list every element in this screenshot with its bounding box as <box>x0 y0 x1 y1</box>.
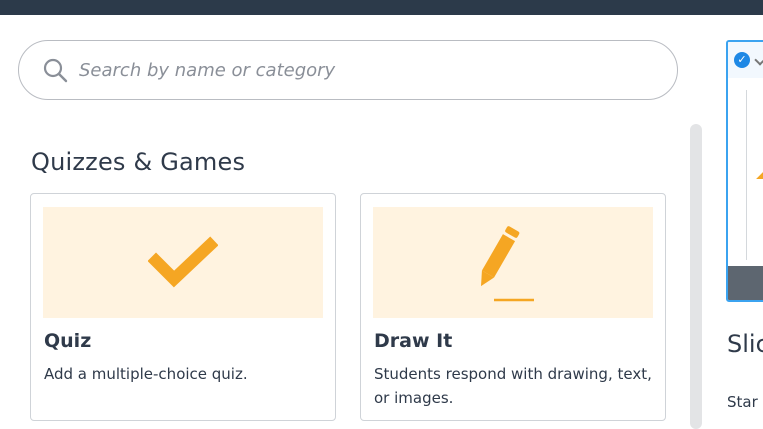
pencil-icon <box>481 225 534 301</box>
search-icon <box>41 56 69 84</box>
preview-divider <box>746 90 747 260</box>
draw-it-card[interactable]: Draw It Students respond with drawing, t… <box>360 193 666 421</box>
quiz-card-title: Quiz <box>44 330 92 352</box>
preview-accent-mark <box>756 172 763 186</box>
top-nav-bar <box>0 0 763 15</box>
slides-card-title: Slic <box>727 330 763 358</box>
draw-it-card-description: Students respond with drawing, text, or … <box>374 365 652 407</box>
checkmark-icon <box>148 236 218 287</box>
quiz-card-description: Add a multiple-choice quiz. <box>44 365 248 383</box>
preview-footer <box>728 266 763 300</box>
quiz-card[interactable]: Quiz Add a multiple-choice quiz. <box>30 193 336 421</box>
section-title: Quizzes & Games <box>31 148 246 176</box>
draw-it-card-title: Draw It <box>374 330 453 352</box>
check-badge-icon: ✓ <box>734 52 750 68</box>
draw-it-thumbnail <box>373 207 653 318</box>
quiz-thumbnail <box>43 207 323 318</box>
scrollbar[interactable] <box>690 124 702 429</box>
search-input[interactable] <box>79 50 639 90</box>
slides-card-description: Star <box>727 393 758 411</box>
search-bar[interactable] <box>18 40 678 100</box>
slides-preview-thumbnail[interactable]: ✓ <box>726 40 763 302</box>
